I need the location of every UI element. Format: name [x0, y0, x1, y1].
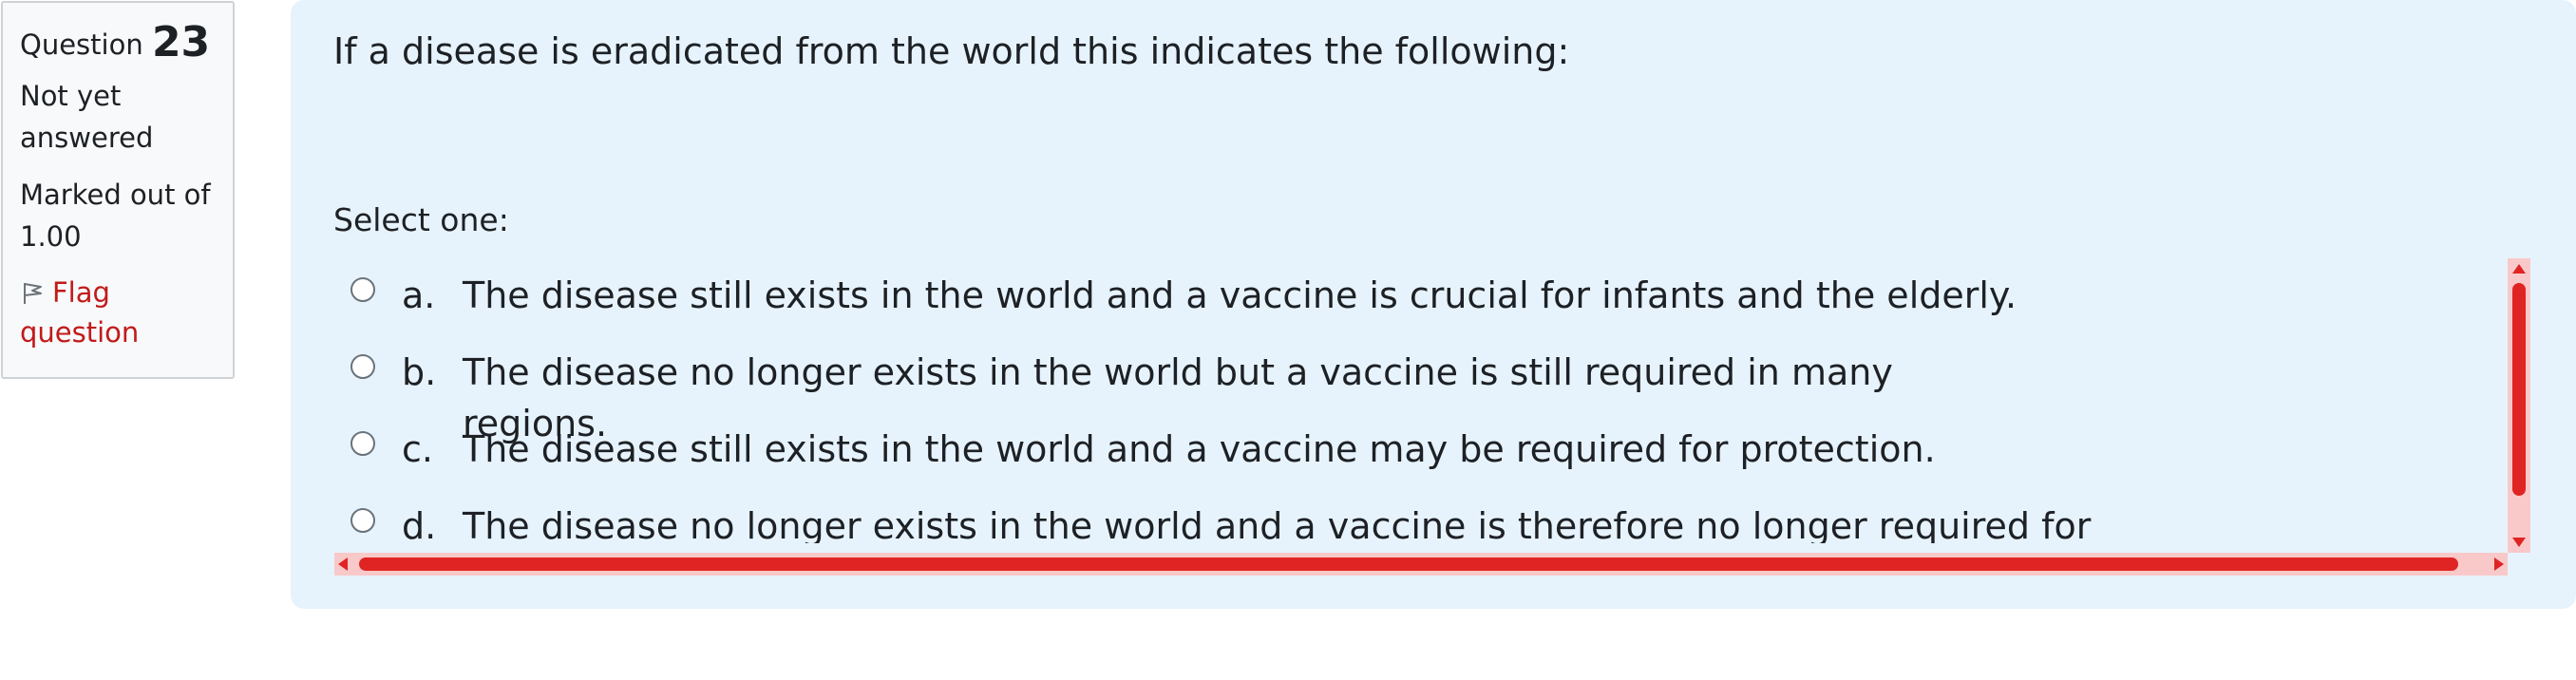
question-number-line: Question 23 — [20, 22, 216, 66]
option-text: The disease no longer exists in the worl… — [463, 505, 2092, 543]
question-content: If a disease is eradicated from the worl… — [291, 0, 2576, 609]
question-state: Not yet answered — [20, 80, 154, 154]
option-letter: b. — [402, 351, 437, 393]
radio-d[interactable] — [350, 508, 375, 533]
horizontal-scroll-thumb[interactable] — [359, 557, 2458, 571]
option-text: The disease still exists in the world an… — [463, 274, 2017, 316]
vertical-scrollbar[interactable] — [2508, 258, 2530, 553]
question-number: 23 — [151, 18, 211, 66]
option-text: The disease still exists in the world an… — [463, 428, 1936, 470]
option-letter: c. — [402, 428, 433, 470]
question-grade: Marked out of 1.00 — [20, 179, 211, 253]
scroll-down-arrow-icon[interactable] — [2512, 538, 2526, 547]
question-text: If a disease is eradicated from the worl… — [333, 30, 1570, 72]
scroll-right-arrow-icon[interactable] — [2494, 557, 2504, 571]
horizontal-scrollbar[interactable] — [334, 553, 2508, 576]
option-letter: a. — [402, 274, 436, 316]
scroll-left-arrow-icon[interactable] — [338, 557, 348, 571]
radio-a[interactable] — [350, 277, 375, 302]
flag-question-link[interactable]: Flag question — [20, 273, 216, 352]
scroll-up-arrow-icon[interactable] — [2512, 264, 2526, 274]
answer-list: a. The disease still exists in the world… — [333, 258, 2518, 543]
option-letter: d. — [402, 505, 437, 543]
question-info-panel: Question 23 Not yet answered Marked out … — [1, 1, 235, 379]
radio-c[interactable] — [350, 431, 375, 456]
radio-b[interactable] — [350, 354, 375, 379]
flag-icon — [20, 276, 52, 309]
select-one-prompt: Select one: — [333, 201, 509, 238]
vertical-scroll-thumb[interactable] — [2512, 283, 2526, 496]
question-label: Question — [20, 28, 143, 61]
